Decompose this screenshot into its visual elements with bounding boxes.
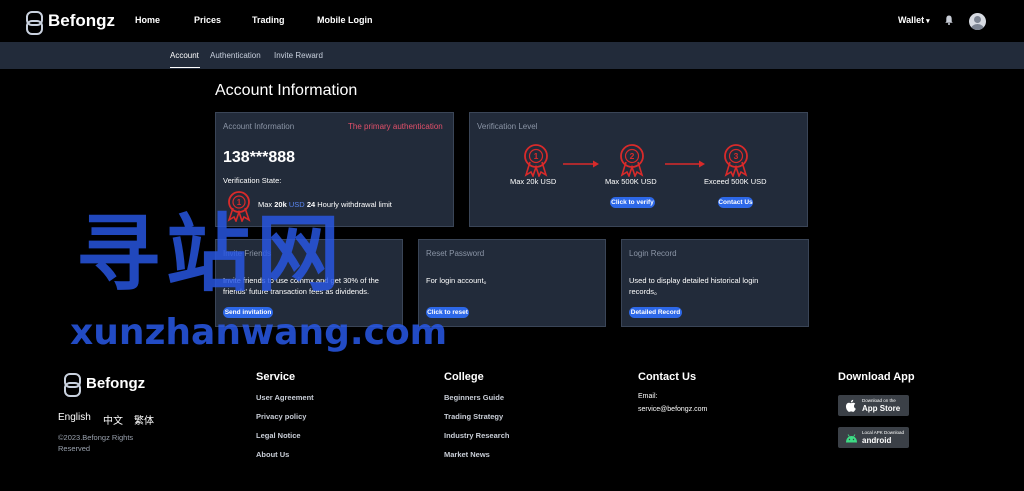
android-icon — [846, 434, 857, 443]
footer-brand-name: Befongz — [86, 374, 146, 392]
bell-icon[interactable] — [945, 15, 953, 25]
android-small-text: Local APK Download — [862, 430, 905, 435]
logo-icon — [64, 373, 81, 397]
medal-level-1-icon: 1 — [524, 144, 548, 177]
active-tab-indicator — [170, 67, 200, 68]
footer-contact-heading: Contact Us — [638, 371, 697, 383]
verification-level-panel: Verification Level 1 2 3 Max 20k USD Max… — [469, 112, 808, 227]
nav-home[interactable]: Home — [135, 15, 160, 25]
panel-label: Reset Password — [426, 249, 485, 258]
panel-label: Login Record — [629, 249, 677, 258]
footer-link-privacy-policy[interactable]: Privacy policy — [256, 412, 306, 421]
copyright-text: ©2023.Befongz Rights Reserved — [58, 433, 134, 453]
watermark-chinese: 寻站网 — [76, 205, 347, 303]
footer-link-user-agreement[interactable]: User Agreement — [256, 393, 314, 402]
tab-invite-reward[interactable]: Invite Reward — [274, 51, 323, 60]
verification-state-label: Verification State: — [223, 176, 282, 185]
nav-mobile-login[interactable]: Mobile Login — [317, 15, 373, 25]
app-store-button[interactable]: Download on the App Store — [838, 395, 909, 416]
arrow-right-icon — [563, 160, 599, 168]
contact-us-button[interactable]: Contact Us — [718, 197, 753, 208]
panel-label: Verification Level — [477, 122, 538, 131]
nav-prices[interactable]: Prices — [194, 15, 221, 25]
caret-down-icon: ▾ — [926, 18, 930, 25]
account-subnav — [0, 42, 1024, 69]
language-simplified-chinese[interactable]: 中文 — [103, 412, 123, 427]
record-description-line-2: records。 — [629, 287, 662, 296]
language-english[interactable]: English — [58, 412, 91, 423]
android-apk-button[interactable]: Local APK Download android — [838, 427, 909, 448]
app-store-small-text: Download on the — [862, 398, 896, 403]
footer-brand-logo[interactable]: Befongz — [64, 373, 146, 397]
user-avatar[interactable] — [969, 13, 986, 30]
wallet-dropdown[interactable]: Wallet ▾ — [898, 15, 930, 25]
medal-level-2-icon: 2 — [620, 144, 644, 177]
panel-label: Account Information — [223, 122, 295, 131]
app-store-label: App Store — [862, 404, 901, 413]
language-traditional-chinese[interactable]: 繁体 — [134, 412, 154, 427]
page-title: Account Information — [215, 82, 358, 99]
wallet-label: Wallet — [898, 15, 925, 25]
footer-link-market-news[interactable]: Market News — [444, 450, 490, 459]
arrow-right-icon — [665, 160, 705, 168]
reset-description: For login account。 — [426, 276, 492, 285]
logo-icon — [26, 11, 43, 35]
footer-link-legal-notice[interactable]: Legal Notice — [256, 431, 301, 440]
footer-link-industry-research[interactable]: Industry Research — [444, 431, 509, 440]
contact-email[interactable]: service@befongz.com — [638, 406, 707, 413]
footer-college-heading: College — [444, 371, 484, 383]
svg-text:1: 1 — [534, 151, 539, 161]
primary-auth-link[interactable]: The primary authentication — [348, 122, 443, 131]
tab-authentication[interactable]: Authentication — [210, 51, 261, 60]
top-navbar: Befongz Home Prices Trading Mobile Login… — [0, 0, 1024, 42]
login-record-panel: Login Record Used to display detailed hi… — [621, 239, 809, 327]
nav-trading[interactable]: Trading — [252, 15, 285, 25]
level-3-text: Exceed 500K USD — [704, 177, 767, 186]
footer-link-trading-strategy[interactable]: Trading Strategy — [444, 412, 503, 421]
svg-text:2: 2 — [630, 151, 635, 161]
level-1-text: Max 20k USD — [510, 177, 557, 186]
svg-text:3: 3 — [734, 151, 739, 161]
footer-link-about-us[interactable]: About Us — [256, 450, 289, 459]
apple-icon — [845, 399, 856, 412]
email-label: Email: — [638, 393, 658, 400]
click-to-verify-button[interactable]: Click to verify — [610, 197, 655, 208]
level-2-text: Max 500K USD — [605, 177, 657, 186]
record-description-line-1: Used to display detailed historical logi… — [629, 276, 759, 285]
footer-download-heading: Download App — [838, 371, 915, 383]
brand-name: Befongz — [48, 11, 116, 30]
footer-service-heading: Service — [256, 371, 296, 383]
brand-logo[interactable]: Befongz — [26, 11, 116, 35]
tab-account[interactable]: Account — [170, 51, 199, 60]
watermark-url: xunzhanwang.com — [70, 312, 448, 353]
account-phone: 138***888 — [223, 149, 296, 166]
detailed-record-button[interactable]: Detailed Record — [629, 307, 682, 318]
android-label: android — [862, 436, 892, 445]
footer-link-beginners-guide[interactable]: Beginners Guide — [444, 393, 504, 402]
medal-level-3-icon: 3 — [724, 144, 748, 177]
